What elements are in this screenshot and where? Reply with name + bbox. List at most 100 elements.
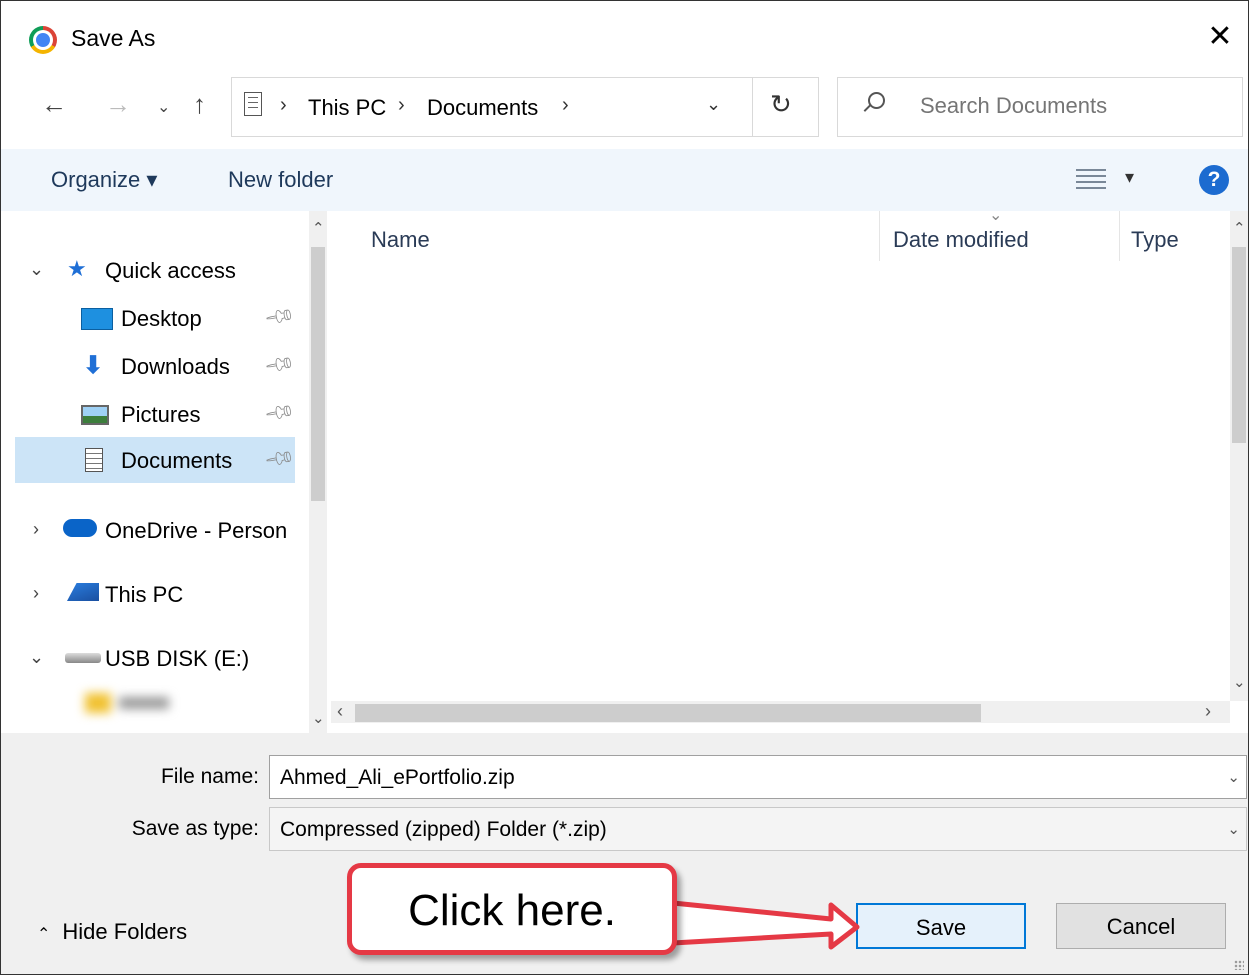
scroll-right-icon[interactable]: › — [1205, 701, 1211, 722]
tree-item-desktop[interactable]: Desktop 📌︎ — [15, 295, 297, 341]
sort-indicator-icon: ⌄ — [989, 207, 1003, 224]
expanded-chevron-icon[interactable]: ⌄ — [29, 259, 44, 280]
tree-label: Downloads — [121, 354, 230, 379]
search-box[interactable] — [837, 77, 1243, 137]
organize-button[interactable]: Organize ▾ — [51, 167, 157, 193]
chevron-down-icon[interactable]: ⌄ — [1227, 768, 1240, 786]
desktop-icon — [81, 308, 113, 330]
scroll-left-icon[interactable]: ‹ — [337, 701, 343, 722]
documents-icon — [85, 448, 103, 472]
navigation-pane: ⌄ ★ Quick access Desktop 📌︎ ⬇ Downloads … — [15, 211, 327, 733]
tree-item-blurred-folder[interactable] — [15, 681, 295, 727]
usb-drive-icon — [65, 653, 101, 663]
cancel-button[interactable]: Cancel — [1056, 903, 1226, 949]
star-icon: ★ — [67, 256, 87, 281]
scrollbar-thumb[interactable] — [355, 704, 981, 722]
tree-item-documents[interactable]: Documents 📌︎ — [15, 437, 297, 483]
hide-folders-label: Hide Folders — [62, 919, 188, 944]
file-name-value: Ahmed_Ali_ePortfolio.zip — [280, 766, 515, 789]
pin-icon[interactable]: 📌︎ — [262, 299, 297, 334]
tree-item-onedrive[interactable]: › OneDrive - Person — [15, 507, 295, 553]
new-folder-button[interactable]: New folder — [228, 167, 333, 193]
tree-item-pictures[interactable]: Pictures 📌︎ — [15, 391, 297, 437]
search-icon — [868, 92, 885, 109]
breadcrumb-documents[interactable]: Documents — [427, 95, 538, 121]
blurred-label — [119, 697, 169, 709]
view-dropdown-icon[interactable]: ▾ — [1125, 167, 1134, 188]
breadcrumb-separator-icon: › — [562, 94, 569, 116]
breadcrumb-separator-icon: › — [398, 94, 405, 116]
save-as-type-label: Save as type: — [131, 817, 259, 840]
file-list[interactable]: Name ⌄ Date modified Type ⌃ ⌄ ‹ › — [331, 207, 1248, 733]
scroll-up-icon[interactable]: ⌃ — [312, 219, 325, 237]
tree-label: Quick access — [105, 258, 236, 283]
address-bar[interactable]: › This PC › Documents › ⌄ ↻ — [231, 77, 819, 137]
save-as-dialog: Save As ✕ ← → ⌄ ↑ › This PC › Documents … — [0, 0, 1249, 975]
collapsed-chevron-icon[interactable]: › — [33, 519, 39, 540]
tree-item-this-pc[interactable]: › This PC — [15, 571, 295, 617]
pictures-icon — [81, 405, 109, 425]
tree-label: Pictures — [121, 402, 201, 427]
save-as-type-value: Compressed (zipped) Folder (*.zip) — [280, 818, 607, 841]
command-bar: Organize ▾ New folder ▾ ? — [1, 149, 1248, 211]
back-arrow-icon[interactable]: ← — [41, 89, 67, 120]
up-arrow-icon[interactable]: ↑ — [193, 89, 206, 120]
chevron-up-icon: ⌃ — [37, 926, 51, 943]
file-name-label: File name: — [160, 765, 259, 788]
chevron-down-icon[interactable]: ⌄ — [1227, 820, 1240, 838]
divider — [752, 78, 753, 136]
tree-label: OneDrive - Person — [105, 518, 288, 543]
pin-icon[interactable]: 📌︎ — [262, 395, 297, 430]
close-button[interactable]: ✕ — [1200, 17, 1240, 57]
save-as-type-select[interactable]: Compressed (zipped) Folder (*.zip) ⌄ — [269, 807, 1247, 851]
save-button[interactable]: Save — [856, 903, 1026, 949]
address-dropdown-icon[interactable]: ⌄ — [706, 94, 721, 115]
help-icon[interactable]: ? — [1199, 165, 1229, 195]
breadcrumb-this-pc[interactable]: This PC — [308, 95, 386, 121]
column-header-name[interactable]: Name — [371, 227, 430, 253]
tree-label: Desktop — [121, 306, 202, 331]
download-arrow-icon: ⬇ — [83, 352, 104, 379]
view-options-icon[interactable] — [1076, 169, 1106, 191]
scrollbar-thumb[interactable] — [1232, 247, 1246, 443]
file-name-input[interactable]: Ahmed_Ali_ePortfolio.zip ⌄ — [269, 755, 1247, 799]
expanded-chevron-icon[interactable]: ⌄ — [29, 647, 44, 668]
refresh-icon[interactable]: ↻ — [770, 89, 792, 120]
recent-locations-chevron-icon[interactable]: ⌄ — [157, 97, 170, 117]
forward-arrow-icon[interactable]: → — [105, 89, 131, 120]
cloud-icon — [63, 519, 97, 537]
chrome-icon — [29, 26, 57, 54]
scrollbar-thumb[interactable] — [311, 247, 325, 501]
tree-item-downloads[interactable]: ⬇ Downloads 📌︎ — [15, 343, 297, 389]
column-divider[interactable] — [879, 211, 880, 261]
tree-label: USB DISK (E:) — [105, 646, 250, 671]
tree-label: Documents — [121, 448, 233, 473]
column-header-type[interactable]: Type — [1131, 227, 1179, 253]
horizontal-scrollbar[interactable]: ‹ › — [331, 701, 1230, 723]
file-list-scrollbar[interactable]: ⌃ ⌄ — [1230, 211, 1248, 701]
column-header-date-modified[interactable]: Date modified — [893, 227, 1029, 253]
scroll-up-icon[interactable]: ⌃ — [1233, 219, 1246, 237]
tree-label: This PC — [105, 582, 184, 607]
close-icon: ✕ — [1207, 20, 1233, 53]
search-input[interactable] — [918, 92, 1232, 120]
breadcrumb-separator-icon: › — [280, 94, 287, 116]
collapsed-chevron-icon[interactable]: › — [33, 583, 39, 604]
resize-grip[interactable] — [1234, 960, 1244, 970]
scroll-down-icon[interactable]: ⌄ — [312, 709, 325, 727]
documents-icon — [244, 92, 262, 116]
tree-scrollbar[interactable]: ⌃ ⌄ — [309, 211, 327, 733]
folder-icon — [85, 693, 111, 713]
column-divider[interactable] — [1119, 211, 1120, 261]
callout-box: Click here. — [347, 863, 677, 955]
tree-item-usb-disk[interactable]: ⌄ USB DISK (E:) — [15, 635, 295, 681]
title-bar: Save As ✕ — [1, 1, 1248, 75]
scroll-down-icon[interactable]: ⌄ — [1233, 673, 1246, 691]
pin-icon[interactable]: 📌︎ — [262, 347, 297, 382]
callout-text: Click here. — [408, 886, 616, 935]
tree-item-quick-access[interactable]: ⌄ ★ Quick access — [15, 247, 295, 293]
hide-folders-button[interactable]: ⌃ Hide Folders — [37, 919, 187, 945]
pin-icon[interactable]: 📌︎ — [262, 441, 297, 476]
computer-icon — [67, 583, 99, 601]
dialog-title: Save As — [71, 25, 156, 51]
